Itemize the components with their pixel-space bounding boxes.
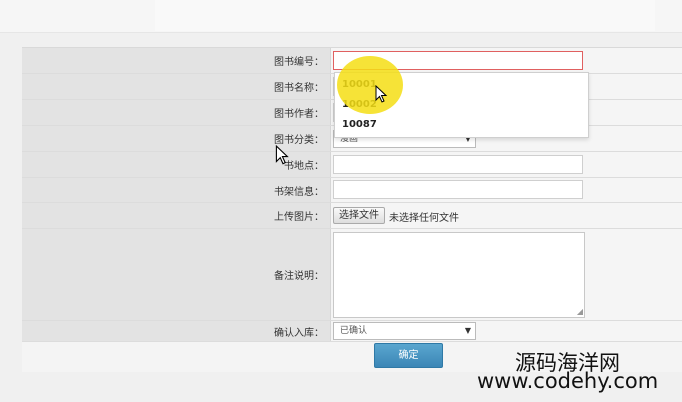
mouse-pointer-icon [375,85,388,103]
top-tab-area [155,0,655,31]
mouse-pointer-icon [275,145,289,165]
confirm-stock-select[interactable]: 已确认 ▼ [333,322,476,340]
autocomplete-option[interactable]: 10087 [342,119,377,130]
file-status-text: 未选择任何文件 [389,213,459,224]
confirm-stock-label: 确认入库： [22,321,331,341]
row-book-location: 书地点： [22,152,682,178]
watermark-url: www.codehy.com [477,369,659,393]
shelf-info-label: 书架信息： [22,178,331,202]
remarks-textarea[interactable]: ◢ [333,232,585,318]
book-location-input[interactable] [333,155,583,174]
row-upload-image: 上传图片： 选择文件 未选择任何文件 [22,203,682,229]
top-bar [0,0,682,33]
dropdown-arrow-icon: ▼ [464,326,471,335]
row-shelf-info: 书架信息： [22,178,682,203]
book-id-label: 图书编号： [22,48,331,73]
row-remarks: 备注说明： ◢ [22,229,682,321]
row-confirm-stock: 确认入库： 已确认 ▼ [22,321,682,342]
shelf-info-input[interactable] [333,180,583,199]
resize-grip-icon[interactable]: ◢ [577,308,583,316]
confirm-stock-value: 已确认 [340,326,368,336]
book-name-label: 图书名称： [22,74,331,99]
remarks-label: 备注说明： [22,229,331,320]
choose-file-button[interactable]: 选择文件 [333,207,385,224]
cursor-highlight [337,56,403,114]
upload-image-label: 上传图片： [22,203,331,228]
submit-button[interactable]: 确定 [374,343,443,368]
book-author-label: 图书作者： [22,100,331,125]
